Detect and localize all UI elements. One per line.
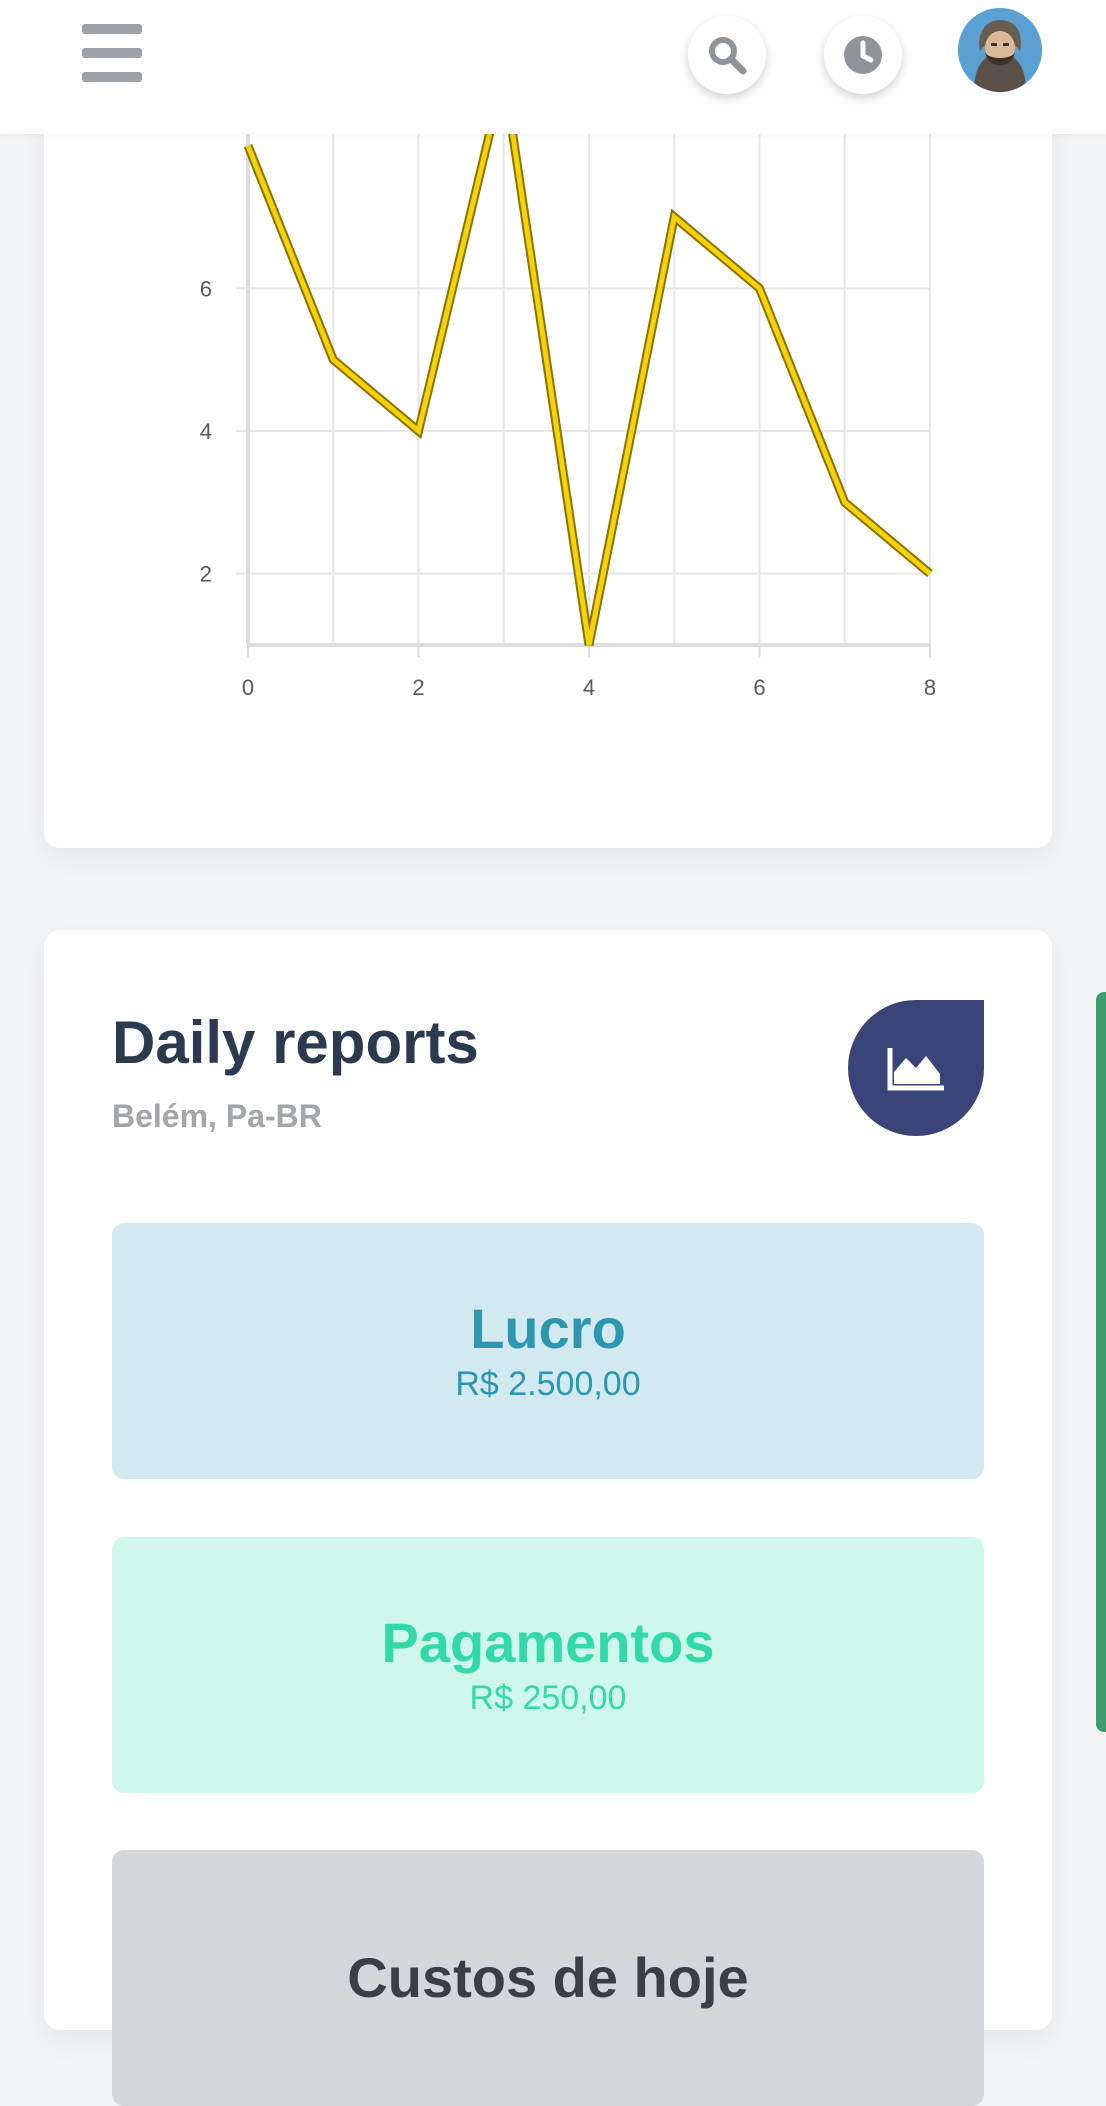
avatar-image (958, 8, 1042, 92)
y-tick-label: 2 (200, 562, 212, 587)
report-title: Daily reports (112, 1009, 479, 1076)
hamburger-menu-icon[interactable] (78, 24, 146, 84)
x-tick-label: 0 (242, 675, 254, 700)
menu-line (82, 24, 142, 34)
area-chart-icon (848, 1000, 984, 1136)
search-button[interactable] (688, 16, 766, 94)
search-icon (709, 37, 747, 75)
daily-costs-label: Custos de hoje (347, 1946, 749, 2010)
menu-line (82, 48, 142, 58)
daily-reports-card: Daily reports Belém, Pa-BR Lucro R$ 2.50… (44, 930, 1052, 2106)
top-bar (0, 0, 1106, 134)
profit-label: Lucro (470, 1296, 626, 1360)
x-tick-label: 8 (924, 675, 936, 700)
payments-card[interactable]: Pagamentos R$ 250,00 (112, 1537, 984, 1793)
profit-value: R$ 2.500,00 (455, 1365, 641, 1404)
report-subtitle: Belém, Pa-BR (112, 1098, 322, 1134)
menu-line (82, 72, 142, 82)
x-tick-label: 6 (753, 675, 765, 700)
clock-icon (844, 36, 882, 74)
area-chart-glyph (887, 1048, 944, 1091)
daily-costs-card[interactable]: Custos de hoje (112, 1850, 984, 2106)
history-button[interactable] (824, 16, 902, 94)
y-tick-label: 6 (200, 276, 212, 301)
payments-value: R$ 250,00 (469, 1679, 627, 1718)
x-tick-label: 2 (412, 675, 424, 700)
x-tick-label: 4 (583, 675, 595, 700)
chart-card: 0 2 4 6 8 2 4 6 (44, 40, 1052, 848)
user-avatar[interactable] (958, 8, 1042, 92)
side-indicator (1096, 992, 1106, 1732)
y-tick-label: 4 (200, 419, 212, 444)
payments-label: Pagamentos (381, 1610, 715, 1674)
line-chart: 0 2 4 6 8 2 4 6 (200, 73, 936, 700)
profit-card[interactable]: Lucro R$ 2.500,00 (112, 1223, 984, 1479)
